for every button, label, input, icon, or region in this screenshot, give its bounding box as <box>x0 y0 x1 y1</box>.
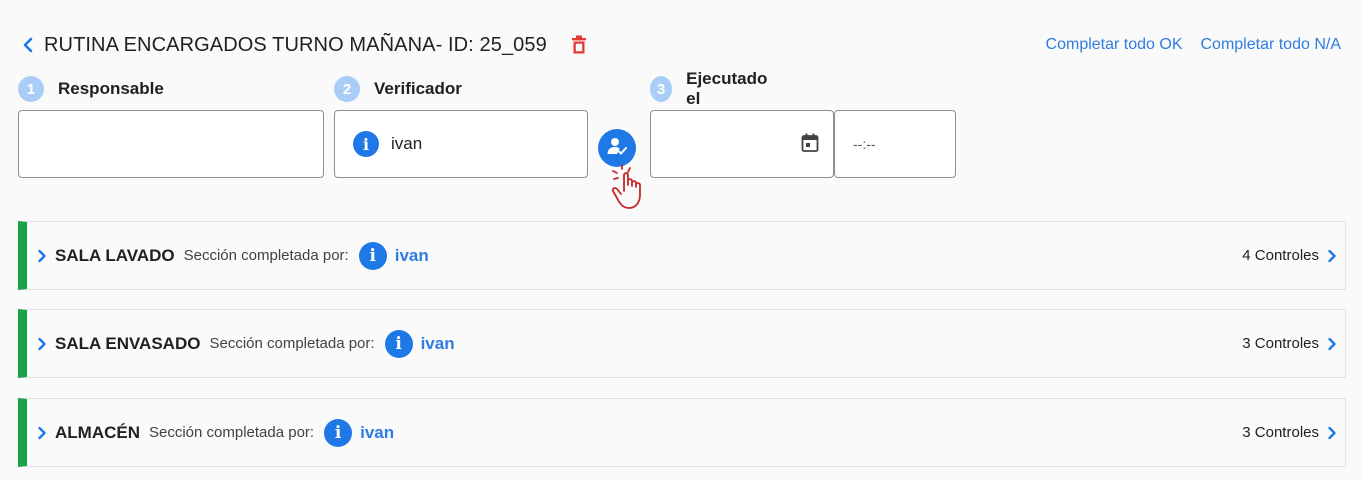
header-actions: Completar todo OK Completar todo N/A <box>1046 36 1341 54</box>
complete-all-ok-button[interactable]: Completar todo OK <box>1046 36 1183 54</box>
section-user[interactable]: ivan <box>360 423 394 443</box>
responsable-field[interactable] <box>18 110 324 178</box>
section-user[interactable]: ivan <box>395 246 429 266</box>
step-number: 3 <box>650 76 673 102</box>
section-almacen[interactable]: ALMACÉN Sección completada por: i ivan 3… <box>18 398 1346 467</box>
info-icon[interactable]: i <box>324 418 353 447</box>
date-field[interactable] <box>650 110 834 178</box>
calendar-icon[interactable] <box>801 133 819 158</box>
page-title: RUTINA ENCARGADOS TURNO MAÑANA- ID: 25_0… <box>44 33 547 56</box>
chevron-right-icon <box>37 426 47 440</box>
trash-icon[interactable] <box>571 35 587 55</box>
section-name: SALA LAVADO <box>55 245 175 265</box>
section-completed-label: Sección completada por: <box>209 335 375 352</box>
assign-verifier-button[interactable] <box>598 129 636 167</box>
time-field[interactable]: --:-- <box>834 110 956 178</box>
verificador-value: ivan <box>391 134 423 153</box>
chevron-right-icon[interactable] <box>1327 337 1337 351</box>
chevron-right-icon[interactable] <box>1327 249 1337 263</box>
chevron-right-icon <box>37 337 47 351</box>
section-name: ALMACÉN <box>55 422 140 442</box>
section-sala-lavado[interactable]: SALA LAVADO Sección completada por: i iv… <box>18 221 1346 290</box>
step-ejecutado: 3 Ejecutado el <box>650 69 771 108</box>
page-header: RUTINA ENCARGADOS TURNO MAÑANA- ID: 25_0… <box>22 30 1341 60</box>
step-responsable: 1 Responsable <box>18 76 164 102</box>
info-icon[interactable]: i <box>358 241 387 270</box>
chevron-left-icon[interactable] <box>22 36 36 54</box>
section-completed-label: Sección completada por: <box>149 424 315 441</box>
complete-all-na-button[interactable]: Completar todo N/A <box>1200 36 1341 54</box>
info-icon[interactable]: i <box>353 131 379 157</box>
section-controls-count: 3 Controles <box>1242 335 1319 352</box>
verificador-field[interactable]: i ivan <box>334 110 588 178</box>
step-label: Responsable <box>58 79 164 98</box>
section-controls-count: 3 Controles <box>1242 424 1319 441</box>
step-label: Ejecutado el <box>686 69 768 108</box>
chevron-right-icon <box>37 249 47 263</box>
time-value: --:-- <box>853 136 876 152</box>
step-label: Verificador <box>374 79 462 98</box>
section-controls-count: 4 Controles <box>1242 247 1319 264</box>
section-sala-envasado[interactable]: SALA ENVASADO Sección completada por: i … <box>18 309 1346 378</box>
info-icon[interactable]: i <box>384 329 413 358</box>
step-verificador: 2 Verificador <box>334 76 462 102</box>
section-completed-label: Sección completada por: <box>183 247 349 264</box>
section-user[interactable]: ivan <box>421 334 455 354</box>
section-name: SALA ENVASADO <box>55 333 201 353</box>
assign-user-icon <box>606 135 628 162</box>
step-number: 2 <box>334 76 360 102</box>
step-number: 1 <box>18 76 44 102</box>
chevron-right-icon[interactable] <box>1327 426 1337 440</box>
